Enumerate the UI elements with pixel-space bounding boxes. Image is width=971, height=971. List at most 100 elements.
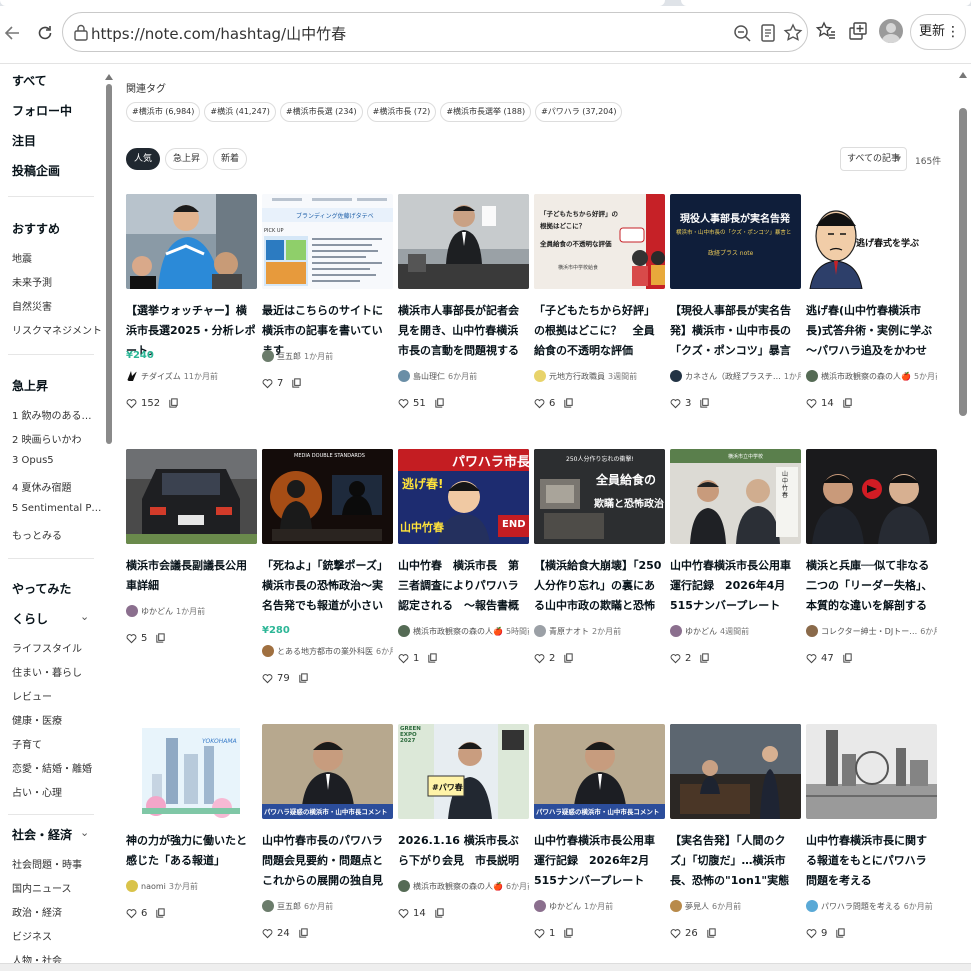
heart-icon[interactable] <box>534 928 545 939</box>
article-author[interactable]: パワハラ問題を考える 6か月前 <box>806 900 937 912</box>
heart-icon[interactable] <box>398 908 409 919</box>
article-author[interactable]: ゆかどん 1か月前 <box>126 605 257 617</box>
author-name[interactable]: naomi <box>141 882 166 891</box>
author-name[interactable]: コレクター紳士・DJトー… <box>821 626 917 637</box>
rising-item[interactable]: 3 Opus5 <box>12 455 54 466</box>
magazine-add-icon[interactable] <box>298 673 309 684</box>
article-thumbnail[interactable]: YOKOHAMA <box>126 724 257 819</box>
author-name[interactable]: 横浜市政観察の森の人🍎 <box>413 881 503 892</box>
page-scroll-thumb[interactable] <box>959 108 967 416</box>
author-name[interactable]: パワハラ問題を考える <box>821 901 901 912</box>
heart-icon[interactable] <box>126 398 137 409</box>
life-heading[interactable]: くらし <box>12 610 48 627</box>
article-thumbnail[interactable]: パワハラ疑惑の横浜市・山中市長コメント <box>534 724 665 819</box>
magazine-add-icon[interactable] <box>842 653 853 664</box>
favorite-star-icon[interactable] <box>782 22 804 44</box>
article-thumbnail[interactable]: 250人分作り忘れの衝撃! 全員給食の 欺瞞と恐怖政治 <box>534 449 665 544</box>
article-title[interactable]: 「死ねよ」「銃撃ポーズ」横浜市長の恐怖政治～実名告発でも報道が小さい理由～ <box>262 556 393 618</box>
article-author[interactable]: ゆかどん 1か月前 <box>534 900 665 912</box>
back-button[interactable] <box>0 20 26 46</box>
magazine-add-icon[interactable] <box>706 928 717 939</box>
author-name[interactable]: ゆかどん <box>685 626 717 637</box>
sidebar-item-disaster[interactable]: 自然災害 <box>12 298 52 313</box>
sidebar-item-following[interactable]: フォロー中 <box>12 102 72 119</box>
article-title[interactable]: 横浜市会議長副議長公用車詳細 <box>126 556 257 596</box>
author-name[interactable]: 島山理仁 <box>413 371 445 382</box>
chevron-down-icon[interactable]: ⌄ <box>80 826 89 839</box>
article-author[interactable]: 島山理仁 6か月前 <box>398 370 529 382</box>
article-title[interactable]: 横浜と兵庫──似て非なる二つの「リーダー失格」、本質的な違いを解剖する <box>806 556 937 616</box>
article-thumbnail[interactable] <box>126 449 257 544</box>
article-title[interactable]: 山中竹春横浜市長公用車運行記録 2026年4月 515ナンバープレート <box>670 556 801 616</box>
article-author[interactable]: 亘五郎 6か月前 <box>262 900 393 912</box>
sidebar-item-business[interactable]: ビジネス <box>12 928 52 943</box>
magazine-add-icon[interactable] <box>842 398 853 409</box>
sidebar-item-featured[interactable]: 注目 <box>12 132 36 149</box>
magazine-add-icon[interactable] <box>699 653 710 664</box>
author-name[interactable]: とある地方都市の業外科医 <box>277 646 373 657</box>
society-heading[interactable]: 社会・経済 <box>12 826 72 843</box>
article-author[interactable]: ゆかどん 4週間前 <box>670 625 801 637</box>
article-thumbnail[interactable] <box>126 194 257 289</box>
magazine-add-icon[interactable] <box>298 928 309 939</box>
heart-icon[interactable] <box>534 653 545 664</box>
article-title[interactable]: 「子どもたちから好評」の根拠はどこに？ 全員給食の不透明な評価 <box>534 301 665 361</box>
sidebar-scrollbar[interactable] <box>104 68 114 971</box>
article-author[interactable]: とある地方都市の業外科医 6か月前 <box>262 645 393 657</box>
magazine-add-icon[interactable] <box>155 908 166 919</box>
sidebar-item-social-issues[interactable]: 社会問題・時事 <box>12 856 82 871</box>
article-type-select[interactable]: すべての記事 ▼ <box>840 147 907 171</box>
heart-icon[interactable] <box>262 673 273 684</box>
heart-icon[interactable] <box>670 653 681 664</box>
article-author[interactable]: 亘五郎 1か月前 <box>262 350 393 362</box>
profile-avatar[interactable] <box>879 19 903 43</box>
article-thumbnail[interactable]: 横浜市立中学校 山中竹春 <box>670 449 801 544</box>
article-author[interactable]: 横浜市政観察の森の人🍎 6か月前 <box>398 880 529 892</box>
article-title[interactable]: 横浜市人事部長が記者会見を開き、山中竹春横浜市長の言動を問題視する告発 <box>398 301 529 363</box>
chevron-down-icon[interactable]: ⌄ <box>80 610 89 623</box>
heart-icon[interactable] <box>262 928 273 939</box>
article-author[interactable]: コレクター紳士・DJトー… 6か月前 <box>806 625 937 637</box>
magazine-add-icon[interactable] <box>155 633 166 644</box>
sidebar-item-housing[interactable]: 住まい・暮らし <box>12 664 82 679</box>
filter-popular[interactable]: 人気 <box>126 148 161 170</box>
scroll-up-arrow-icon[interactable] <box>105 74 113 80</box>
tag-chip[interactable]: #横浜市 (6,984) <box>126 102 201 122</box>
article-thumbnail[interactable]: 逃げ春式を学ぶ <box>806 194 937 289</box>
article-author[interactable]: カネさん（政経プラスチ… 1か月前 <box>670 370 801 382</box>
article-title[interactable]: 神の力が強力に働いたと感じた「ある報道」 <box>126 831 257 871</box>
heart-icon[interactable] <box>398 398 409 409</box>
address-bar[interactable]: https://note.com/hashtag/山中竹春 <box>62 12 808 52</box>
magazine-add-icon[interactable] <box>434 908 445 919</box>
article-author[interactable]: 夢見人 6か月前 <box>670 900 801 912</box>
magazine-add-icon[interactable] <box>699 398 710 409</box>
zoom-icon[interactable] <box>731 22 753 44</box>
rising-item[interactable]: 5 Sentimental P… <box>12 503 101 514</box>
article-thumbnail[interactable] <box>806 724 937 819</box>
author-name[interactable]: 亘五郎 <box>277 351 301 362</box>
collections-icon[interactable] <box>846 19 870 43</box>
heart-icon[interactable] <box>670 398 681 409</box>
author-name[interactable]: ゆかどん <box>141 606 173 617</box>
article-author[interactable]: 元地方行政職員 3週間前 <box>534 370 665 382</box>
sidebar-item-fortune[interactable]: 占い・心理 <box>12 784 62 799</box>
magazine-add-icon[interactable] <box>563 928 574 939</box>
article-thumbnail[interactable] <box>670 724 801 819</box>
rising-item[interactable]: 2 映画らいかわ <box>12 431 82 446</box>
article-title[interactable]: 【実名告発】「人間のクズ」「切腹だ」…横浜市長、恐怖の"1on1"実態 <box>670 831 801 891</box>
heart-icon[interactable] <box>534 398 545 409</box>
favorites-icon[interactable] <box>814 19 838 43</box>
rising-item[interactable]: 1 飲み物のある… <box>12 407 92 422</box>
article-thumbnail[interactable]: 「子どもたちから好評」の 根拠はどこに？ 全員給食の不透明な評価 横浜市中学校給… <box>534 194 665 289</box>
tag-chip[interactable]: #横浜市長 (72) <box>366 102 437 122</box>
heart-icon[interactable] <box>262 378 273 389</box>
article-thumbnail[interactable]: GREEN EXPO 2027 #パワ春 <box>398 724 529 819</box>
heart-icon[interactable] <box>806 928 817 939</box>
sidebar-item-health[interactable]: 健康・医療 <box>12 712 62 727</box>
sidebar-item-domestic-news[interactable]: 国内ニュース <box>12 880 72 895</box>
sidebar-item-all[interactable]: すべて <box>12 72 47 89</box>
article-author[interactable]: 青原ナオト 2か月前 <box>534 625 665 637</box>
magazine-add-icon[interactable] <box>563 653 574 664</box>
heart-icon[interactable] <box>806 653 817 664</box>
tag-chip[interactable]: #横浜市長選挙 (188) <box>440 102 532 122</box>
